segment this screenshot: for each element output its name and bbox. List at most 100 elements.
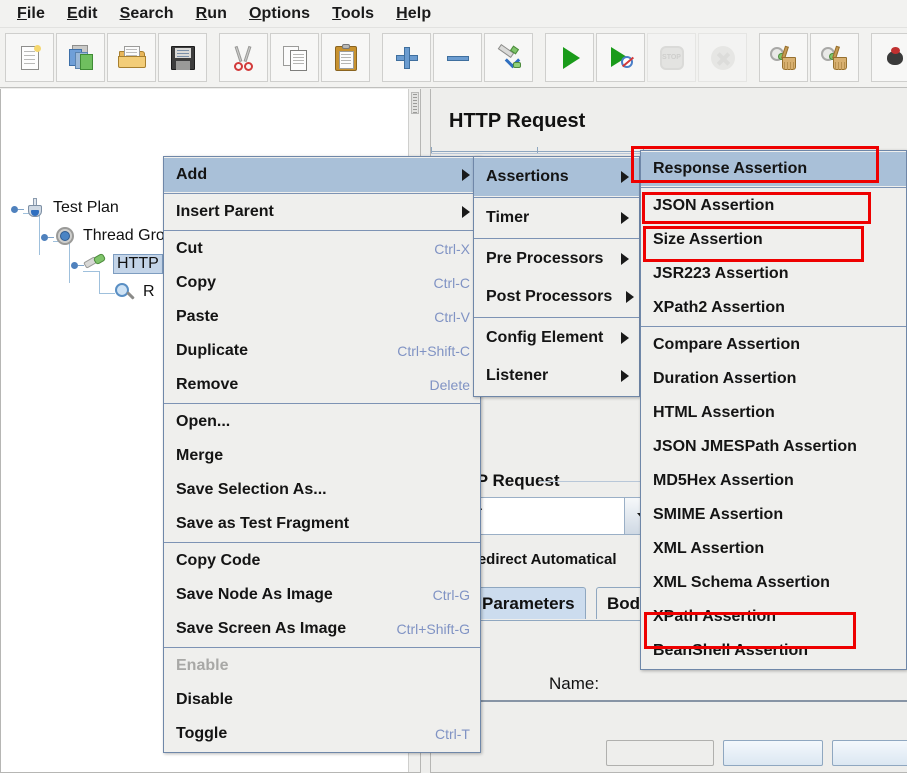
menu-item-xpath-assertion[interactable]: XPath Assertion	[641, 600, 906, 634]
clear-button[interactable]	[759, 33, 808, 82]
menu-item-save-node-as-image[interactable]: Save Node As Image Ctrl-G	[164, 578, 480, 612]
menu-item-merge[interactable]: Merge	[164, 439, 480, 473]
menu-item-save-as-test-fragment[interactable]: Save as Test Fragment	[164, 507, 480, 541]
copy-button[interactable]	[270, 33, 319, 82]
menu-item-assertions[interactable]: Assertions	[474, 158, 639, 196]
new-test-plan-icon	[15, 43, 45, 73]
menu-item-json-assertion[interactable]: JSON Assertion	[641, 189, 906, 223]
menu-item-remove[interactable]: Remove Delete	[164, 368, 480, 402]
menu-file[interactable]: File	[6, 3, 56, 25]
start-no-pauses-button[interactable]	[596, 33, 645, 82]
start-button[interactable]	[545, 33, 594, 82]
menu-item-insert-parent[interactable]: Insert Parent	[164, 195, 480, 229]
assertions-submenu[interactable]: Response Assertion JSON Assertion Size Ass…	[640, 150, 907, 670]
menu-item-listener[interactable]: Listener	[474, 357, 639, 395]
menu-item-response-assertion[interactable]: Response Assertion	[641, 152, 906, 186]
add-submenu[interactable]: Assertions Timer Pre Processors Post Proces…	[473, 156, 640, 397]
menu-item-save-selection-as[interactable]: Save Selection As...	[164, 473, 480, 507]
tab-parameters[interactable]: Parameters	[471, 587, 586, 619]
editor-button-2[interactable]	[723, 740, 823, 766]
menu-item-compare-assertion[interactable]: Compare Assertion	[641, 328, 906, 362]
new-test-plan-button[interactable]	[5, 33, 54, 82]
submenu-arrow-icon	[621, 253, 629, 265]
tree-node-test-plan[interactable]: Test Plan	[9, 197, 119, 219]
menu-item-beanshell-assertion[interactable]: BeanShell Assertion	[641, 634, 906, 668]
node-context-menu[interactable]: Add Insert Parent Cut Ctrl-X Copy Ctrl-C Paste…	[163, 156, 481, 753]
open-button[interactable]	[107, 33, 156, 82]
search-bug-icon	[881, 43, 907, 73]
menu-item-label: Save Screen As Image	[176, 620, 347, 637]
menu-tools[interactable]: Tools	[321, 3, 385, 25]
menu-item-label: Open...	[176, 413, 231, 430]
submenu-arrow-icon	[621, 212, 629, 224]
menu-item-open[interactable]: Open...	[164, 405, 480, 439]
menu-item-cut[interactable]: Cut Ctrl-X	[164, 232, 480, 266]
cut-scissors-icon	[229, 43, 259, 73]
menu-item-label: Compare Assertion	[653, 336, 800, 353]
toggle-button[interactable]	[484, 33, 533, 82]
save-button[interactable]	[158, 33, 207, 82]
menu-item-json-jmespath-assertion[interactable]: JSON JMESPath Assertion	[641, 430, 906, 464]
clear-all-button[interactable]	[810, 33, 859, 82]
templates-icon	[66, 43, 96, 73]
tree-node-http-request[interactable]: HTTP	[69, 252, 163, 275]
menu-item-copy[interactable]: Copy Ctrl-C	[164, 266, 480, 300]
start-no-pauses-icon	[606, 43, 636, 73]
menu-item-post-processors[interactable]: Post Processors	[474, 278, 639, 316]
menu-item-xml-assertion[interactable]: XML Assertion	[641, 532, 906, 566]
menu-search[interactable]: Search	[109, 3, 185, 25]
menu-item-duplicate[interactable]: Duplicate Ctrl+Shift-C	[164, 334, 480, 368]
templates-button[interactable]	[56, 33, 105, 82]
menu-item-disable[interactable]: Disable	[164, 683, 480, 717]
menu-item-label: Paste	[176, 308, 219, 325]
menu-item-duration-assertion[interactable]: Duration Assertion	[641, 362, 906, 396]
menu-item-md5hex-assertion[interactable]: MD5Hex Assertion	[641, 464, 906, 498]
menu-item-accelerator: Delete	[429, 377, 470, 393]
tree-node-label: HTTP	[113, 254, 163, 274]
menu-run[interactable]: Run	[185, 3, 238, 25]
menu-item-smime-assertion[interactable]: SMIME Assertion	[641, 498, 906, 532]
collapse-all-button[interactable]	[433, 33, 482, 82]
menu-item-config-element[interactable]: Config Element	[474, 319, 639, 357]
menu-edit[interactable]: Edit	[56, 3, 109, 25]
menu-item-xml-schema-assertion[interactable]: XML Schema Assertion	[641, 566, 906, 600]
menu-item-jsr223-assertion[interactable]: JSR223 Assertion	[641, 257, 906, 291]
menu-item-html-assertion[interactable]: HTML Assertion	[641, 396, 906, 430]
menu-item-toggle[interactable]: Toggle Ctrl-T	[164, 717, 480, 751]
cut-button[interactable]	[219, 33, 268, 82]
menu-item-add[interactable]: Add	[164, 158, 480, 192]
tree-expand-handle[interactable]	[9, 201, 24, 215]
menu-item-copy-code[interactable]: Copy Code	[164, 544, 480, 578]
menu-separator	[474, 238, 639, 239]
editor-button-1[interactable]	[606, 740, 714, 766]
menu-help[interactable]: Help	[385, 3, 442, 25]
tree-scrollbar-thumb[interactable]	[411, 92, 419, 114]
expand-all-button[interactable]	[382, 33, 431, 82]
tree-node-thread-group[interactable]: Thread Group	[39, 225, 183, 247]
tree-expand-handle[interactable]	[69, 257, 84, 271]
menu-item-paste[interactable]: Paste Ctrl-V	[164, 300, 480, 334]
open-folder-icon	[117, 43, 147, 73]
tree-expand-handle[interactable]	[39, 229, 54, 243]
menu-options[interactable]: Options	[238, 3, 321, 25]
editor-tick	[431, 147, 432, 153]
menu-item-xpath2-assertion[interactable]: XPath2 Assertion	[641, 291, 906, 325]
paste-button[interactable]	[321, 33, 370, 82]
menu-item-label: Duplicate	[176, 342, 249, 359]
redirect-automatically-label: Redirect Automatical	[467, 551, 617, 568]
menu-separator	[641, 187, 906, 188]
editor-button-3[interactable]	[832, 740, 907, 766]
menu-item-label: Save Node As Image	[176, 586, 333, 603]
menu-item-timer[interactable]: Timer	[474, 199, 639, 237]
menu-item-size-assertion[interactable]: Size Assertion	[641, 223, 906, 257]
tree-node-results[interactable]: R	[113, 281, 155, 303]
clear-all-icon	[820, 43, 850, 73]
menu-item-save-screen-as-image[interactable]: Save Screen As Image Ctrl+Shift-G	[164, 612, 480, 646]
search-button[interactable]	[871, 33, 907, 82]
submenu-arrow-icon	[462, 169, 470, 181]
menu-item-label: Timer	[486, 209, 530, 226]
menu-item-enable: Enable	[164, 649, 480, 683]
menu-item-pre-processors[interactable]: Pre Processors	[474, 240, 639, 278]
menu-item-label: Merge	[176, 447, 224, 464]
menu-item-label: Save as Test Fragment	[176, 515, 350, 532]
